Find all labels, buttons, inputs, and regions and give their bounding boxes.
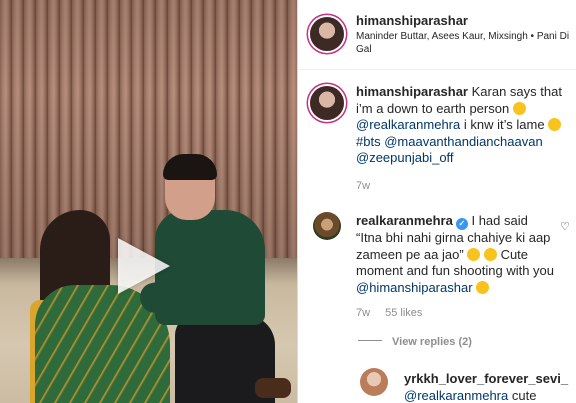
reply-text: cute [511, 387, 537, 403]
reply-username[interactable]: yrkkh_lover_forever_sevi_ [404, 371, 568, 386]
caption-username[interactable]: himanshiparashar [356, 84, 468, 99]
emoji-icon [512, 101, 526, 115]
reply-avatar[interactable] [360, 368, 388, 396]
comment-meta: 7w 55 likes [356, 307, 422, 319]
caption-hashtag-bts[interactable]: #bts [356, 134, 381, 149]
caption-timestamp[interactable]: 7w [356, 180, 370, 192]
emoji-icon [483, 247, 497, 261]
emoji-icon [476, 280, 490, 294]
comment-timestamp[interactable]: 7w [356, 307, 370, 319]
caption-mention-realkaranmehra[interactable]: @realkaranmehra [356, 117, 460, 132]
view-replies-button[interactable]: View replies (2) [358, 336, 472, 348]
comment-mention-himanshiparashar[interactable]: @himanshiparashar [356, 280, 473, 295]
emoji-icon [548, 118, 562, 131]
post-side-panel: himanshiparashar Maninder Buttar, Asees … [298, 0, 576, 403]
reply: yrkkh_lover_forever_sevi_ @realkaranmehr… [404, 371, 572, 403]
view-replies-label: View replies (2) [392, 336, 472, 348]
video-player[interactable] [0, 0, 297, 403]
replies-dash [358, 340, 382, 341]
caption-mention-zeepunjabi[interactable]: @zeepunjabi_off [356, 150, 454, 165]
comment-username[interactable]: realkaranmehra [356, 213, 453, 228]
man-figure-hair [163, 154, 217, 180]
comment-likes[interactable]: 55 likes [385, 307, 422, 319]
caption-avatar[interactable] [310, 86, 344, 120]
post-header: himanshiparashar Maninder Buttar, Asees … [298, 0, 576, 70]
reply-mention-realkaranmehra[interactable]: @realkaranmehra [404, 388, 508, 403]
emoji-icon [467, 247, 481, 261]
verified-badge-icon: ✓ [455, 218, 468, 230]
caption-mention-maavanthandianchaavan[interactable]: @maavanthandianchaavan [384, 134, 542, 149]
author-avatar[interactable] [310, 17, 344, 51]
comment: realkaranmehra ✓ I had said “Itna bhi nah… [356, 213, 556, 296]
caption-text-2: i knw it’s lame [463, 117, 545, 132]
man-figure-shoe [255, 378, 291, 398]
commenter-avatar[interactable] [313, 212, 341, 240]
author-username[interactable]: himanshiparashar [356, 13, 468, 28]
audio-attribution[interactable]: Maninder Buttar, Asees Kaur, Mixsingh • … [356, 30, 571, 56]
caption: himanshiparashar Karan says that i’m a d… [356, 84, 568, 167]
heart-outline-icon[interactable]: ♡ [560, 222, 571, 233]
play-icon[interactable] [118, 238, 170, 294]
